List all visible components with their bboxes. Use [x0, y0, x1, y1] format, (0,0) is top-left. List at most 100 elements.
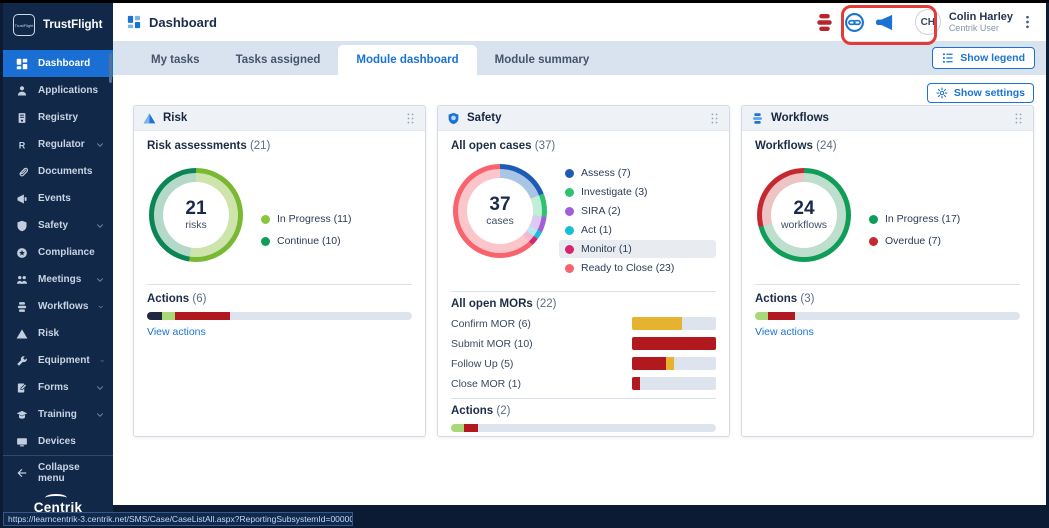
view-actions-link[interactable]: View actions	[147, 326, 206, 338]
legend-item-overdue-7-[interactable]: Overdue (7)	[863, 232, 1020, 250]
forms-icon	[16, 382, 28, 394]
sidebar-item-documents[interactable]: Documents	[3, 158, 113, 185]
mor-bar	[632, 317, 716, 330]
trustflight-logo-icon: TrustFlight	[13, 14, 35, 36]
tasks-stack-button[interactable]	[814, 12, 835, 33]
collapse-arrow-icon	[16, 467, 28, 479]
workflows-card-header: Workflows	[742, 106, 1033, 131]
chevron-down-icon	[98, 303, 104, 311]
drag-handle-icon[interactable]	[709, 111, 720, 126]
sidebar-item-training[interactable]: Training	[3, 401, 113, 428]
safety-card: Safety All open cases (37) 37 cases Asse…	[437, 105, 730, 437]
legend-item-act-1-[interactable]: Act (1)	[559, 221, 716, 239]
mor-label: Follow Up (5)	[451, 357, 514, 370]
mor-label: Submit MOR (10)	[451, 337, 533, 350]
sidebar-item-label: Applications	[38, 85, 99, 96]
sidebar-item-devices[interactable]: Devices	[3, 428, 113, 455]
sidebar-scrollbar[interactable]	[109, 53, 112, 83]
main-panel: Dashboard CH Colin Harley Centrik User M…	[113, 3, 1046, 505]
sidebar-item-regulator[interactable]: R Regulator	[3, 131, 113, 158]
legend-dot	[261, 236, 270, 246]
chevron-down-icon	[96, 411, 104, 419]
sidebar-item-meetings[interactable]: Meetings	[3, 266, 113, 293]
chevron-down-icon	[96, 222, 104, 230]
sidebar-item-dashboard[interactable]: Dashboard	[3, 50, 113, 77]
legend-item-ready-to-close-23-[interactable]: Ready to Close (23)	[559, 259, 716, 277]
legend-item-sira-2-[interactable]: SIRA (2)	[559, 202, 716, 220]
sidebar-logo-row: TrustFlight TrustFlight	[3, 3, 113, 47]
legend-dot	[565, 206, 574, 216]
applications-icon	[16, 85, 28, 97]
gear-icon	[936, 87, 948, 99]
sidebar-item-applications[interactable]: Applications	[3, 77, 113, 104]
sidebar-item-risk[interactable]: Risk	[3, 320, 113, 347]
collapse-menu-button[interactable]: Collapse menu	[3, 459, 113, 486]
mor-bar	[632, 337, 716, 350]
legend-item-monitor-1-[interactable]: Monitor (1)	[559, 240, 716, 258]
actions-bar-segment	[464, 424, 478, 432]
section-title: All open cases (37)	[451, 140, 556, 152]
mor-bar	[632, 357, 716, 370]
tab-content: Show settings Risk Risk assessments (21)	[113, 75, 1046, 505]
legend-item-assess-7-[interactable]: Assess (7)	[559, 164, 716, 182]
training-icon	[16, 409, 28, 421]
mor-bar-segment	[632, 337, 716, 350]
legend-item-in-progress-11-[interactable]: In Progress (11)	[255, 210, 412, 228]
legend-label: Monitor (1)	[581, 243, 632, 255]
workflows-donut-chart: 24 workflows	[757, 168, 851, 262]
risk-icon	[16, 328, 28, 340]
tab-module-dashboard[interactable]: Module dashboard	[338, 45, 477, 75]
workflows-legend: In Progress (17) Overdue (7)	[863, 168, 1020, 262]
legend-item-continue-10-[interactable]: Continue (10)	[255, 232, 412, 250]
sidebar-item-label: Forms	[38, 382, 69, 393]
mor-bar-segment	[632, 357, 666, 370]
sidebar-item-forms[interactable]: Forms	[3, 374, 113, 401]
safety-card-header: Safety	[438, 106, 729, 131]
dashboard-icon	[127, 15, 141, 29]
sidebar: TrustFlight TrustFlight Dashboard Applica…	[3, 3, 113, 525]
mor-bar	[632, 377, 716, 390]
user-role: Centrik User	[948, 23, 999, 34]
drag-handle-icon[interactable]	[405, 111, 416, 126]
workflows-card: Workflows Workflows (24) 24 workflows In…	[741, 105, 1034, 437]
compliance-icon	[16, 247, 28, 259]
sidebar-item-compliance[interactable]: Compliance	[3, 239, 113, 266]
collapse-menu-label: Collapse menu	[38, 461, 80, 484]
sidebar-item-registry[interactable]: Registry	[3, 104, 113, 131]
safety-donut-chart: 37 cases	[453, 164, 547, 258]
show-settings-button[interactable]: Show settings	[926, 83, 1034, 103]
legend-label: Act (1)	[581, 224, 612, 236]
legend-item-investigate-3-[interactable]: Investigate (3)	[559, 183, 716, 201]
tab-module-summary[interactable]: Module summary	[477, 45, 608, 75]
risk-donut-chart: 21 risks	[149, 168, 243, 262]
legend-item-in-progress-17-[interactable]: In Progress (17)	[863, 210, 1020, 228]
show-legend-button[interactable]: Show legend	[932, 47, 1035, 69]
mor-row-confirm-mor-6-: Confirm MOR (6)	[451, 317, 716, 330]
legend-dot	[565, 263, 574, 273]
sidebar-item-label: Risk	[38, 328, 60, 339]
announcements-button[interactable]	[874, 12, 895, 33]
user-avatar[interactable]: CH	[914, 9, 941, 35]
tab-my-tasks[interactable]: My tasks	[133, 45, 218, 75]
sidebar-item-label: Meetings	[38, 274, 82, 285]
drag-handle-icon[interactable]	[1013, 111, 1024, 126]
view-actions-link[interactable]: View actions	[755, 326, 814, 338]
sidebar-item-label: Compliance	[38, 247, 95, 258]
mor-bar-segment	[665, 357, 674, 370]
tab-tasks-assigned[interactable]: Tasks assigned	[218, 45, 339, 75]
link-button[interactable]	[844, 12, 865, 33]
user-menu-kebab[interactable]	[1021, 14, 1034, 30]
legend-dot	[565, 225, 574, 235]
sidebar-item-label: Workflows	[38, 301, 89, 312]
sidebar-item-equipment[interactable]: Equipment	[3, 347, 113, 374]
risk-triangle-icon	[143, 112, 156, 125]
mor-bar-segment	[632, 317, 683, 330]
sidebar-menu: Dashboard Applications Registry R Regulator D…	[3, 47, 113, 455]
collapse-section: Collapse menu	[3, 455, 113, 489]
sidebar-item-workflows[interactable]: Workflows	[3, 293, 113, 320]
sidebar-item-events[interactable]: Events	[3, 185, 113, 212]
sidebar-item-safety[interactable]: Safety	[3, 212, 113, 239]
user-info: Colin Harley Centrik User	[949, 11, 1013, 34]
actions-bar-segment	[768, 312, 795, 320]
sidebar-item-label: Events	[38, 193, 71, 204]
